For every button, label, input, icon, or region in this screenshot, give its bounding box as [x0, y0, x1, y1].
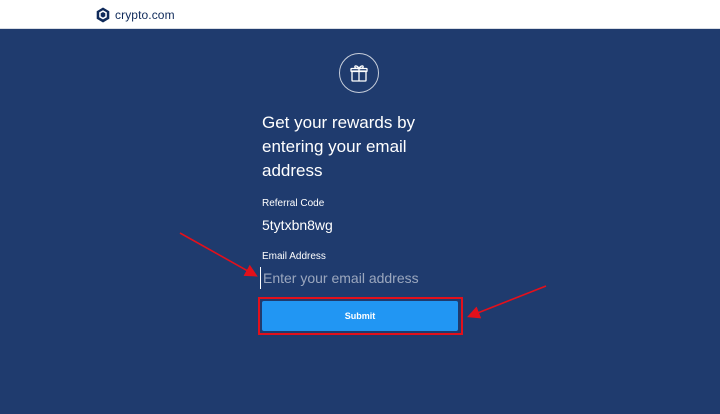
- email-input[interactable]: [260, 267, 463, 289]
- submit-button[interactable]: Submit: [262, 301, 458, 331]
- gift-icon: [339, 53, 379, 93]
- top-bar: crypto.com: [0, 0, 720, 29]
- referral-code-value: 5tytxbn8wg: [262, 217, 333, 233]
- referral-code-label: Referral Code: [262, 198, 325, 209]
- logo-text: crypto.com: [115, 7, 175, 22]
- crypto-lion-shield-icon: [96, 7, 110, 23]
- crypto-logo[interactable]: crypto.com: [96, 6, 175, 23]
- email-address-label: Email Address: [262, 251, 326, 262]
- page-heading: Get your rewards by entering your email …: [262, 113, 416, 180]
